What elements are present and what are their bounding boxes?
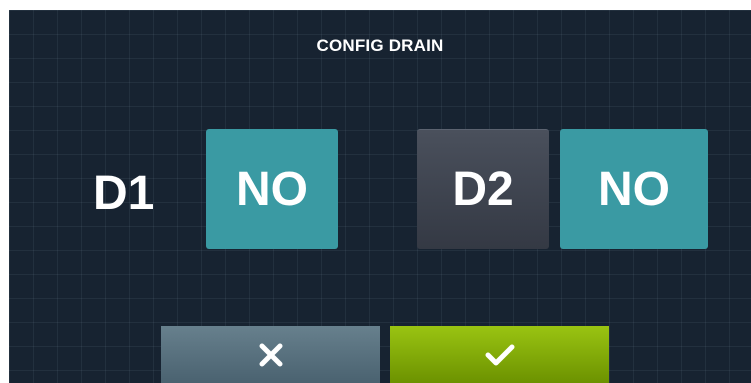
- config-drain-screen: CONFIG DRAIN D1 NO D2 NO: [9, 10, 751, 383]
- drain-d2-label-button[interactable]: D2: [417, 129, 549, 249]
- cancel-button[interactable]: [161, 326, 380, 383]
- confirm-button[interactable]: [390, 326, 609, 383]
- check-icon: [485, 343, 515, 367]
- drain-d2-value-button[interactable]: NO: [560, 129, 708, 249]
- drain-d1-value-button[interactable]: NO: [206, 129, 338, 249]
- page-title: CONFIG DRAIN: [316, 36, 444, 55]
- drain-d1-label: D1: [93, 167, 155, 220]
- close-icon: [258, 342, 284, 368]
